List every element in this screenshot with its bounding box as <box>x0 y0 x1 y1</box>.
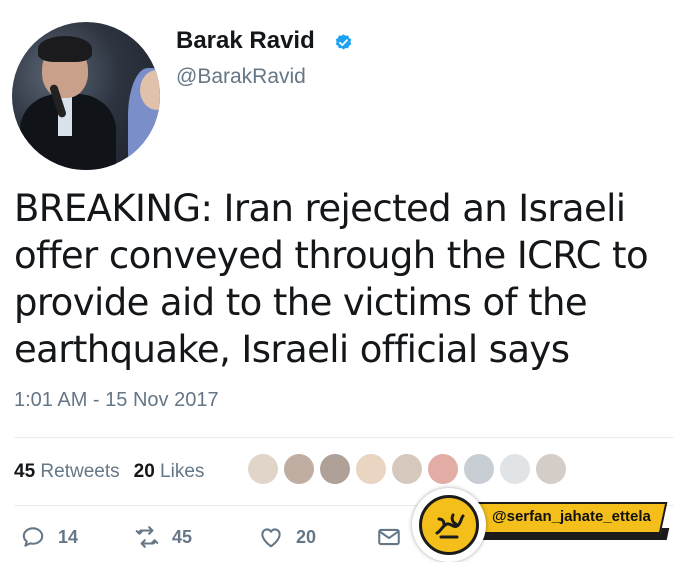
liker-avatar[interactable] <box>428 454 458 484</box>
liker-avatars <box>248 454 572 488</box>
calligraphy-logo-icon <box>435 513 465 539</box>
direct-message-button[interactable] <box>376 524 402 550</box>
likes-stat[interactable]: 20 Likes <box>134 461 205 482</box>
watermark-logo-inner <box>419 495 479 555</box>
retweets-label: Retweets <box>40 461 120 482</box>
liker-avatar[interactable] <box>248 454 278 484</box>
tweet-actions: 14 45 20 <box>14 524 414 554</box>
likes-count: 20 <box>133 461 155 482</box>
reply-icon <box>22 527 44 547</box>
tweet-text: BREAKING: Iran rejected an Israeli offer… <box>14 187 649 371</box>
author-name[interactable]: Barak Ravid <box>176 27 315 55</box>
like-count: 20 <box>296 526 317 547</box>
liker-avatar[interactable] <box>536 454 566 484</box>
reply-button[interactable]: 14 <box>20 524 78 550</box>
avatar-hair <box>38 36 92 62</box>
liker-avatar[interactable] <box>356 454 386 484</box>
tweet-timestamp[interactable]: 1:01 AM - 15 Nov 2017 <box>14 389 219 412</box>
likes-label: Likes <box>160 461 205 482</box>
liker-avatar[interactable] <box>320 454 350 484</box>
liker-avatar[interactable] <box>392 454 422 484</box>
retweet-icon <box>135 526 159 548</box>
retweet-button[interactable]: 45 <box>134 524 192 550</box>
author-avatar[interactable] <box>12 22 160 170</box>
liker-avatar[interactable] <box>284 454 314 484</box>
author-handle[interactable]: @BarakRavid <box>176 65 306 89</box>
liker-avatar[interactable] <box>464 454 494 484</box>
verified-badge-icon <box>335 34 352 50</box>
retweets-count: 45 <box>14 461 36 482</box>
retweets-stat[interactable]: 45 Retweets <box>14 461 120 482</box>
envelope-icon <box>378 528 400 546</box>
heart-icon <box>261 528 281 548</box>
watermark: @serfan_jahate_ettela <box>412 488 674 562</box>
reply-count: 14 <box>58 526 79 547</box>
engagement-stats: 45 Retweets 20 Likes <box>14 461 204 483</box>
like-button[interactable]: 20 <box>258 524 316 550</box>
divider <box>14 437 674 438</box>
liker-avatar[interactable] <box>500 454 530 484</box>
retweet-count: 45 <box>172 526 193 547</box>
watermark-logo <box>412 488 486 562</box>
watermark-text: @serfan_jahate_ettela <box>492 508 651 525</box>
